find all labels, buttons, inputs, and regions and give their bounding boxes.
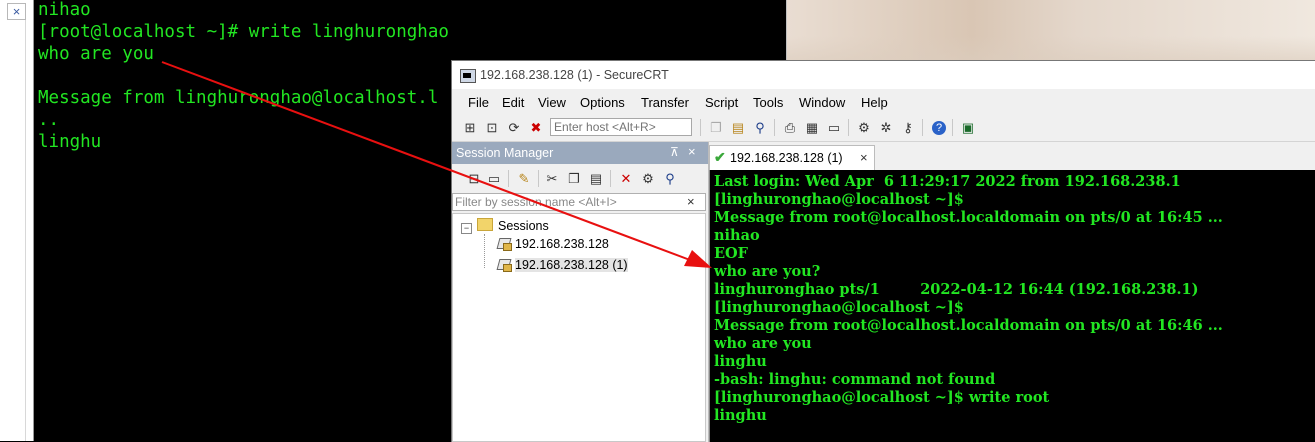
terminal-line: who are you (714, 335, 812, 352)
menu-view[interactable]: View (538, 95, 566, 110)
clear-filter-icon[interactable]: × (687, 194, 695, 209)
menu-help[interactable]: Help (861, 95, 888, 110)
session-label: 192.168.238.128 (515, 237, 609, 251)
print-setup-icon[interactable]: ▭ (826, 120, 842, 136)
menu-bar: File Edit View Options Transfer Script T… (452, 91, 1315, 113)
toolbar-separator (952, 119, 953, 136)
background-photo (786, 0, 1315, 60)
global-options-icon[interactable]: ✲ (878, 120, 894, 136)
securecrt-terminal[interactable]: Last login: Wed Apr 6 11:29:17 2022 from… (709, 170, 1315, 442)
toolbar-separator (538, 170, 539, 187)
paste-icon[interactable]: ▤ (730, 120, 746, 136)
toolbar-separator (610, 170, 611, 187)
close-icon[interactable]: × (7, 3, 26, 20)
securecrt-app-icon (460, 69, 476, 83)
toolbar-separator (508, 170, 509, 187)
terminal-line: EOF (714, 245, 748, 262)
reconnect-icon[interactable]: ⟳ (506, 120, 522, 136)
terminal-line: nihao (714, 227, 760, 244)
session-icon (497, 258, 512, 272)
close-tab-icon[interactable]: × (860, 150, 868, 165)
terminal-line: nihao (38, 0, 91, 20)
toolbar-separator (700, 119, 701, 136)
terminal-line: linghuronghao pts/1 2022-04-12 16:44 (19… (714, 281, 1199, 298)
terminal-line: Message from root@localhost.localdomain … (714, 209, 1223, 226)
terminal-line: [linghuronghao@localhost ~]$ (714, 299, 964, 316)
menu-tools[interactable]: Tools (753, 95, 783, 110)
menu-transfer[interactable]: Transfer (641, 95, 689, 110)
session-item[interactable]: 192.168.238.128 (497, 237, 609, 251)
enter-host-input[interactable] (550, 118, 692, 136)
properties-icon[interactable]: ⚙ (640, 171, 656, 187)
key-icon[interactable]: ⚷ (900, 120, 916, 136)
title-bar: 192.168.238.128 (1) - SecureCRT (452, 61, 1315, 89)
menu-edit[interactable]: Edit (502, 95, 524, 110)
menu-options[interactable]: Options (580, 95, 625, 110)
terminal-line: Message from linghuronghao@localhost.l (38, 88, 439, 108)
quick-connect-icon[interactable]: ⊡ (484, 120, 500, 136)
session-manager-header: Session Manager ⊼ × (452, 142, 708, 164)
pin-icon[interactable]: ⊼ (670, 145, 679, 159)
terminal-line: [linghuronghao@localhost ~]$ (714, 191, 964, 208)
session-filter-input[interactable]: Filter by session name <Alt+I> × (452, 193, 706, 211)
terminal-line: Last login: Wed Apr 6 11:29:17 2022 from… (714, 173, 1181, 190)
connected-check-icon: ✔ (714, 149, 726, 165)
window-title: 192.168.238.128 (1) - SecureCRT (480, 68, 669, 82)
terminal-line: who are you? (714, 263, 821, 280)
terminal-line: .. (38, 110, 60, 130)
terminal-line: who are you (38, 44, 154, 64)
sftp-icon[interactable]: ▣ (960, 120, 976, 136)
collapse-icon[interactable]: − (461, 223, 472, 234)
delete-icon[interactable]: ✕ (618, 171, 634, 187)
securecrt-window: 192.168.238.128 (1) - SecureCRT File Edi… (451, 60, 1315, 442)
toolbar-separator (922, 119, 923, 136)
session-manager-panel: Session Manager ⊼ × ⊟ ▭ ✎ ✂ ❐ ▤ ✕ ⚙ ⚲ Fi… (452, 142, 709, 442)
filter-placeholder: Filter by session name <Alt+I> (455, 195, 617, 209)
menu-script[interactable]: Script (705, 95, 738, 110)
folder-icon (477, 218, 493, 231)
terminal-line: [root@localhost ~]# write linghuronghao (38, 22, 449, 42)
session-manager-title: Session Manager (456, 146, 554, 160)
tree-guide (484, 234, 485, 268)
disconnect-icon[interactable]: ✖ (528, 120, 544, 136)
divider (25, 20, 26, 441)
terminal-line: [linghuronghao@localhost ~]$ write root (714, 389, 1050, 406)
toolbar-separator (848, 119, 849, 136)
menu-file[interactable]: File (468, 95, 489, 110)
copy-icon[interactable]: ❐ (708, 120, 724, 136)
new-session-icon[interactable]: ✎ (516, 171, 532, 187)
find-icon[interactable]: ⚲ (752, 120, 768, 136)
session-options-icon[interactable]: ⚙ (856, 120, 872, 136)
tab-session[interactable]: ✔ 192.168.238.128 (1) × (709, 145, 875, 171)
session-icon (497, 237, 512, 251)
find-icon[interactable]: ⚲ (662, 171, 678, 187)
session-item-selected[interactable]: 192.168.238.128 (1) (497, 258, 628, 272)
left-window-strip: × (0, 0, 34, 441)
menu-window[interactable]: Window (799, 95, 845, 110)
print-selection-icon[interactable]: ▦ (804, 120, 820, 136)
folder-label: Sessions (498, 219, 549, 233)
terminal-line: linghu (714, 353, 767, 370)
terminal-line: linghu (714, 407, 767, 424)
close-icon[interactable]: × (688, 144, 696, 159)
session-label: 192.168.238.128 (1) (515, 258, 628, 272)
terminal-line: Message from root@localhost.localdomain … (714, 317, 1223, 334)
main-toolbar: ⊞ ⊡ ⟳ ✖ ❐ ▤ ⚲ ⎙ ▦ ▭ ⚙ ✲ ⚷ ? ▣ (452, 114, 1315, 142)
copy-icon[interactable]: ❐ (566, 171, 582, 187)
help-icon[interactable]: ? (932, 121, 946, 135)
session-tree: − Sessions 192.168.238.128 192.168.238.1… (452, 213, 706, 442)
connect-icon[interactable]: ⊞ (462, 120, 478, 136)
paste-icon[interactable]: ▤ (588, 171, 604, 187)
terminal-line: -bash: linghu: command not found (714, 371, 996, 388)
cut-icon[interactable]: ✂ (544, 171, 560, 187)
tab-label: 192.168.238.128 (1) (730, 151, 843, 165)
connect-icon[interactable]: ⊟ (466, 171, 482, 187)
toolbar-separator (774, 119, 775, 136)
new-folder-icon[interactable]: ▭ (486, 171, 502, 187)
session-manager-toolbar: ⊟ ▭ ✎ ✂ ❐ ▤ ✕ ⚙ ⚲ (452, 165, 708, 193)
terminal-line: linghu (38, 132, 102, 152)
sessions-folder[interactable]: Sessions (477, 218, 549, 233)
session-tab-bar: ✔ 192.168.238.128 (1) × (709, 142, 1315, 171)
print-icon[interactable]: ⎙ (782, 120, 798, 136)
